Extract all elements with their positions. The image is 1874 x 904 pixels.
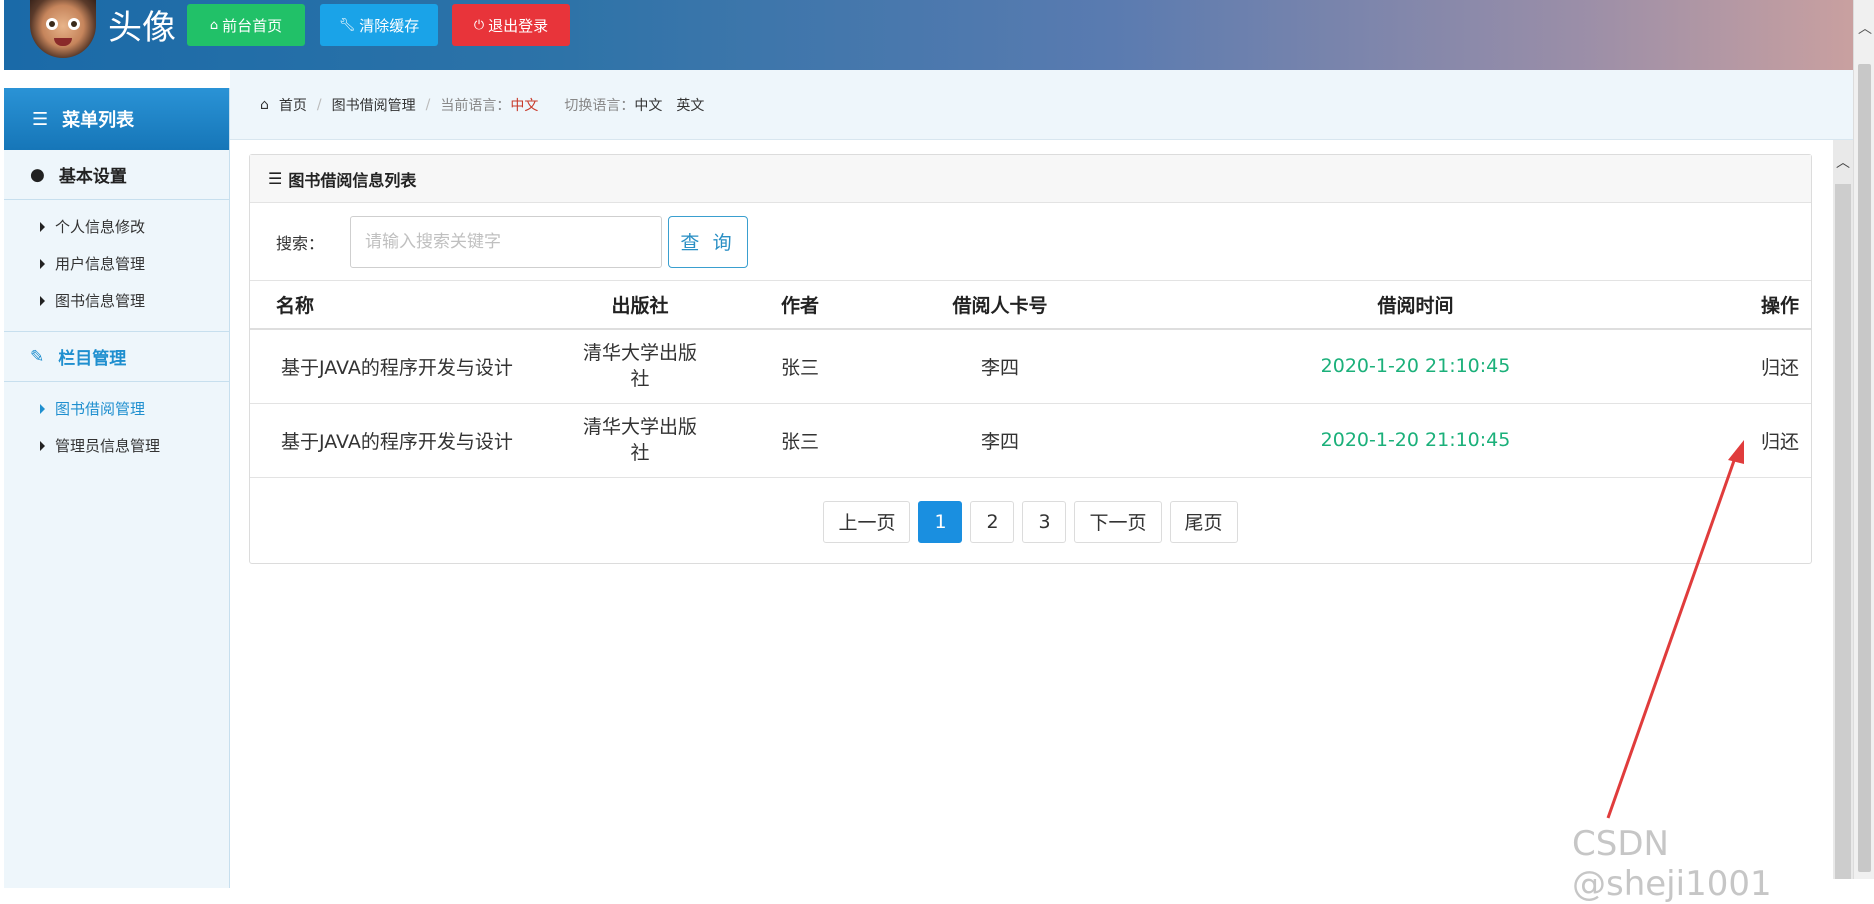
annotation-arrow (1606, 440, 1744, 819)
watermark: CSDN @sheji1001 (1572, 824, 1772, 904)
